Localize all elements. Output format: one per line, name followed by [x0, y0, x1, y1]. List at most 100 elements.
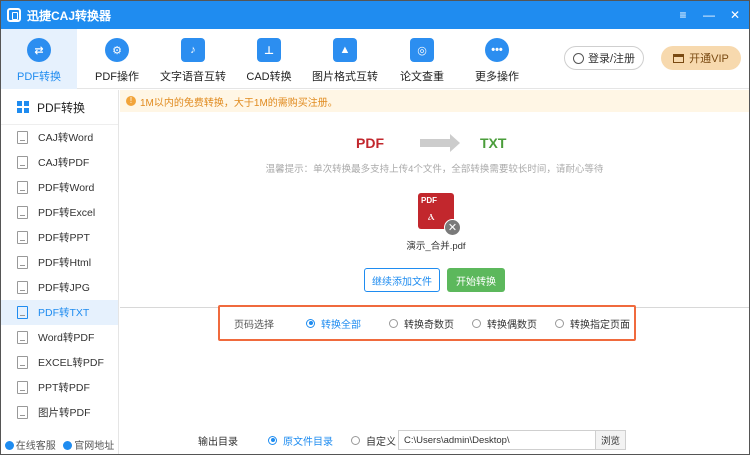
sidebar-item-label: EXCEL转PDF: [38, 357, 104, 369]
tool-paper-check[interactable]: ◎ 论文查重: [392, 29, 452, 89]
sidebar-item-pdf-txt[interactable]: PDF转TXT: [1, 300, 118, 325]
radio-label: 转换全部: [321, 319, 361, 331]
close-icon[interactable]: ✕: [729, 9, 741, 21]
sidebar-item-caj-pdf[interactable]: CAJ转PDF: [1, 150, 118, 175]
output-directory-row: 输出目录 原文件目录 自定义 浏览: [198, 430, 626, 450]
file-icon: [17, 231, 28, 244]
sidebar-item-pdf-jpg[interactable]: PDF转JPG: [1, 275, 118, 300]
arrow-right-icon: [420, 134, 460, 152]
browse-button[interactable]: 浏览: [596, 430, 626, 450]
sidebar-item-label: PPT转PDF: [38, 382, 90, 394]
globe-icon: [63, 441, 73, 451]
tool-label: 文字语音互转: [160, 71, 226, 83]
sidebar-footer: 在线客服 官网地址: [1, 434, 118, 454]
notice-bar: ! 1M以内的免费转换，大于1M的需购买注册。: [120, 90, 749, 112]
vip-crown-icon: [673, 53, 685, 63]
window-controls: ≡ — ✕: [677, 1, 741, 29]
radio-custom-dir[interactable]: 自定义: [351, 433, 398, 448]
service-icon: [4, 441, 14, 451]
radio-checked-icon: [306, 318, 315, 328]
tool-label: PDF操作: [95, 71, 139, 83]
online-service-label: 在线客服: [15, 440, 56, 452]
file-icon: [17, 206, 28, 219]
vip-button[interactable]: 开通VIP: [661, 46, 741, 70]
output-path-input[interactable]: [398, 430, 596, 450]
acrobat-icon: ⲁ: [428, 208, 435, 223]
check-icon: ◎: [410, 38, 434, 62]
sidebar-item-label: CAJ转PDF: [38, 157, 90, 169]
speech-icon: ♪: [181, 38, 205, 62]
file-type-label: PDF: [421, 196, 437, 205]
sidebar-item-pdf-html[interactable]: PDF转Html: [1, 250, 118, 275]
output-label: 输出目录: [198, 436, 238, 448]
radio-source-dir[interactable]: 原文件目录: [268, 433, 351, 448]
sidebar-item-excel-pdf[interactable]: EXCEL转PDF: [1, 350, 118, 375]
tool-more[interactable]: ••• 更多操作: [467, 29, 527, 89]
remove-file-icon[interactable]: ✕: [444, 219, 461, 236]
radio-icon: [472, 318, 481, 328]
sidebar-item-caj-word[interactable]: CAJ转Word: [1, 125, 118, 150]
radio-checked-icon: [268, 435, 277, 445]
minimize-icon[interactable]: —: [703, 9, 715, 21]
file-icon: [17, 381, 28, 394]
start-convert-button[interactable]: 开始转换: [447, 268, 505, 292]
gear-icon: ⚙: [105, 38, 129, 62]
tool-text-speech[interactable]: ♪ 文字语音互转: [157, 29, 229, 89]
page-selection-label: 页码选择: [234, 319, 274, 331]
grid-icon: [17, 101, 29, 113]
target-format: TXT: [480, 135, 507, 151]
sidebar-item-label: CAJ转Word: [38, 132, 94, 144]
file-icon: [17, 356, 28, 369]
file-icon: [17, 131, 28, 144]
warning-icon: !: [126, 96, 136, 106]
website-label: 官网地址: [74, 440, 115, 452]
add-file-button[interactable]: 继续添加文件: [364, 268, 440, 292]
website-link[interactable]: 官网地址: [63, 437, 114, 452]
tool-cad-convert[interactable]: ⊥ CAD转换: [239, 29, 299, 89]
sidebar-item-pdf-excel[interactable]: PDF转Excel: [1, 200, 118, 225]
source-format: PDF: [356, 135, 384, 151]
tool-label: CAD转换: [246, 71, 292, 83]
radio-label: 自定义: [366, 436, 396, 448]
sidebar-header-label: PDF转换: [37, 100, 86, 115]
tool-image-format[interactable]: ▲ 图片格式互转: [309, 29, 381, 89]
sidebar-header: PDF转换: [1, 90, 118, 125]
tool-pdf-operate[interactable]: ⚙ PDF操作: [87, 29, 147, 89]
sidebar-item-label: PDF转Excel: [38, 207, 96, 219]
sidebar-item-label: Word转PDF: [38, 332, 95, 344]
conversion-indicator: PDF TXT: [356, 133, 536, 153]
upload-tip: 温馨提示：单次转换最多支持上传4个文件，全部转换需要较长时间，请耐心等待: [265, 164, 604, 175]
sidebar-item-word-pdf[interactable]: Word转PDF: [1, 325, 118, 350]
online-service-link[interactable]: 在线客服: [4, 437, 56, 452]
radio-label: 转换偶数页: [487, 319, 537, 331]
file-icon: [17, 331, 28, 344]
radio-convert-even[interactable]: 转换偶数页: [472, 316, 555, 331]
login-button[interactable]: 登录/注册: [564, 46, 644, 70]
radio-convert-odd[interactable]: 转换奇数页: [389, 316, 472, 331]
radio-label: 转换指定页面: [570, 319, 630, 331]
vip-label: 开通VIP: [689, 53, 729, 65]
sidebar-item-pdf-ppt[interactable]: PDF转PPT: [1, 225, 118, 250]
radio-icon: [389, 318, 398, 328]
app-title: 迅捷CAJ转换器: [27, 8, 112, 23]
tool-label: 图片格式互转: [312, 71, 378, 83]
menu-icon[interactable]: ≡: [677, 9, 689, 21]
file-icon: [17, 306, 28, 319]
sidebar-item-label: PDF转JPG: [38, 282, 90, 294]
radio-convert-all[interactable]: 转换全部: [306, 316, 389, 331]
login-label: 登录/注册: [587, 53, 636, 65]
sidebar-item-label: PDF转Word: [38, 182, 95, 194]
file-icon: [17, 181, 28, 194]
notice-text: 1M以内的免费转换，大于1M的需购买注册。: [140, 97, 338, 109]
file-icon: [17, 156, 28, 169]
sidebar-item-image-pdf[interactable]: 图片转PDF: [1, 400, 118, 425]
tool-pdf-convert[interactable]: ⇄ PDF转换: [1, 29, 77, 89]
radio-convert-specific[interactable]: 转换指定页面: [555, 316, 630, 331]
cad-icon: ⊥: [257, 38, 281, 62]
image-icon: ▲: [333, 38, 357, 62]
radio-label: 转换奇数页: [404, 319, 454, 331]
sidebar-item-label: PDF转Html: [38, 257, 92, 269]
sidebar-item-pdf-word[interactable]: PDF转Word: [1, 175, 118, 200]
sidebar-item-ppt-pdf[interactable]: PPT转PDF: [1, 375, 118, 400]
sidebar-item-label: PDF转PPT: [38, 232, 90, 244]
